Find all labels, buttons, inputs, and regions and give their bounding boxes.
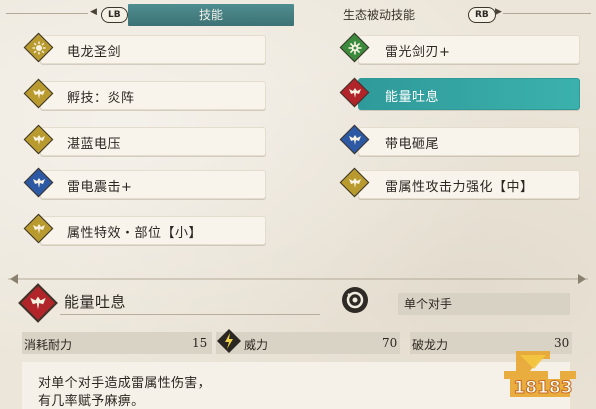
skill-card-2[interactable]: 孵技：炎阵 xyxy=(40,81,266,110)
blue-bird-icon xyxy=(23,167,54,198)
gold-bird-icon xyxy=(23,78,54,109)
stat-value: 70 xyxy=(382,336,398,350)
skill-card-6[interactable]: 雷光剑刃+ xyxy=(358,35,580,64)
target-type: 单个对手 xyxy=(398,293,570,315)
stat-stamina-cost: 消耗耐力 15 xyxy=(22,332,212,354)
target-icon xyxy=(342,287,368,313)
section-divider xyxy=(8,270,588,284)
left-arrow-icon: ◀ xyxy=(90,7,97,17)
skill-card-4[interactable]: 雷电震击+ xyxy=(40,170,266,199)
skill-name: 湛蓝电压 xyxy=(67,137,122,152)
skill-card-7[interactable]: 能量吐息 xyxy=(358,78,580,110)
skill-card-5[interactable]: 属性特效・部位【小】 xyxy=(40,216,266,245)
tab-bar-rule-left xyxy=(6,13,88,14)
blue-bird-icon xyxy=(339,124,370,155)
skill-name: 电龙圣剑 xyxy=(67,45,122,60)
stat-power: 威力 70 xyxy=(216,329,400,354)
skill-name: 孵技：炎阵 xyxy=(67,91,135,106)
gold-bird-icon xyxy=(23,124,54,155)
description-line: 有几率赋予麻痹。 xyxy=(38,394,145,409)
skill-card-3[interactable]: 湛蓝电压 xyxy=(40,127,266,156)
tab-ecology-passive-skills[interactable]: 生态被动技能 xyxy=(296,4,462,26)
skill-description: 对单个对手造成雷属性伤害， 有几率赋予麻痹。 xyxy=(22,362,570,409)
skill-name: 雷电震击+ xyxy=(67,180,133,195)
prev-tab-button[interactable]: LB xyxy=(101,7,128,23)
skill-name: 雷光剑刃+ xyxy=(385,45,451,60)
lightning-icon xyxy=(216,328,242,354)
svg-text:18183: 18183 xyxy=(513,378,572,398)
skill-card-1[interactable]: 电龙圣剑 xyxy=(40,35,266,64)
stat-label: 消耗耐力 xyxy=(24,338,73,352)
tab-bar: ◀ LB 技能 生态被动技能 RB ▶ xyxy=(0,0,596,28)
gold-bird-icon xyxy=(23,213,54,244)
skill-card-8[interactable]: 带电砸尾 xyxy=(358,127,580,156)
description-line: 对单个对手造成雷属性伤害， xyxy=(38,376,211,391)
next-tab-button[interactable]: RB xyxy=(468,7,496,23)
title-rule xyxy=(60,314,320,315)
tab-skills[interactable]: 技能 xyxy=(128,4,294,26)
gold-bird-icon xyxy=(339,167,370,198)
stat-label: 破龙力 xyxy=(412,338,449,352)
detail-title: 能量吐息 xyxy=(64,293,127,311)
skill-name: 带电砸尾 xyxy=(385,137,440,152)
skill-name: 能量吐息 xyxy=(385,90,440,105)
watermark-logo: 18183 xyxy=(500,345,586,405)
skill-card-9[interactable]: 雷属性攻击力强化【中】 xyxy=(358,170,580,199)
tab-bar-rule-right xyxy=(503,13,591,14)
skill-name: 雷属性攻击力强化【中】 xyxy=(385,180,534,195)
stat-label: 威力 xyxy=(244,338,269,352)
skill-name: 属性特效・部位【小】 xyxy=(67,226,203,241)
gold-sword-icon xyxy=(23,32,54,63)
green-gear-icon xyxy=(339,32,370,63)
stat-value: 15 xyxy=(192,336,208,350)
red-bird-icon xyxy=(339,77,370,108)
red-bird-icon xyxy=(18,283,58,323)
right-arrow-icon: ▶ xyxy=(495,7,502,17)
